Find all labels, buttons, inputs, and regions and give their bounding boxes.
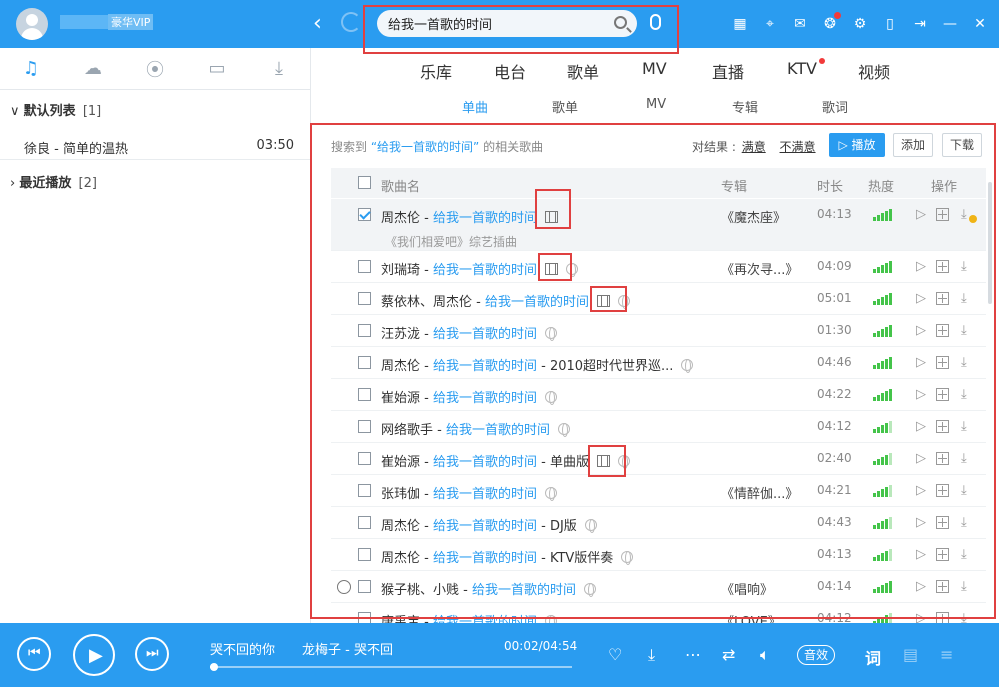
sidebar-song-duration: 03:50 [256,138,294,153]
annotation-highlight-search [363,5,679,54]
minimize-icon[interactable]: — [938,14,962,34]
game-icon[interactable]: ⌖ [758,14,782,34]
sidebar-song-item[interactable]: 徐良 - 简单的温热 03:50 [0,132,310,160]
annotation-highlight-mv-1 [535,189,571,229]
subtab-lyrics[interactable]: 歌词 [822,97,848,116]
vip-badge[interactable]: 豪华VIP [108,14,154,30]
sound-effect-label: 音效 [804,648,829,662]
tab-radio[interactable]: 电台 [494,59,526,83]
list-default[interactable]: ∨ 默认列表 [1] [10,100,101,119]
player-bar: ⏮ ▶ ⏭ 哭不回的你 龙梅子 - 哭不回 00:02/04:54 ♡ ⤓ ⋯ … [0,623,999,687]
app-window: 豪华VIP ‹ 给我一首歌的时间 ▦ ⌖ ✉ ❂ ⚙ ▯ ⇥ — ✕ ♫ ☁ ⦿… [0,0,999,687]
username-masked[interactable] [60,15,108,29]
avatar[interactable] [16,8,48,40]
progress-bar[interactable] [210,663,572,671]
sidebar: ♫ ☁ ⦿ ▭ ⤓ ∨ 默认列表 [1] 徐良 - 简单的温热 03:50 › … [0,48,311,623]
sidebar-tabs: ♫ ☁ ⦿ ▭ ⤓ [0,48,310,90]
volume-icon[interactable]: 🔈︎ [760,645,770,665]
previous-icon: ⏮ [28,645,41,661]
device-icon[interactable]: ▭ [186,58,248,79]
now-playing-time: 00:02/04:54 [504,639,578,653]
subtab-single[interactable]: 单曲 [462,97,488,116]
play-button[interactable]: ▶ [73,634,115,676]
now-playing-title: 哭不回的你 [210,643,276,658]
cloud-icon[interactable]: ☁ [62,58,124,79]
loop-icon[interactable]: ⇄ [722,645,735,664]
next-icon: ⏭ [146,645,159,661]
mini-mode-icon[interactable]: ▯ [878,14,902,34]
previous-button[interactable]: ⏮ [17,637,51,671]
playlist-icon[interactable]: ≡ [940,645,953,664]
settings-gear-icon[interactable]: ⚙ [848,14,872,34]
chevron-right-icon: › [10,176,16,191]
results-scrollbar[interactable] [988,182,992,304]
tab-video[interactable]: 视频 [858,59,890,83]
tab-live[interactable]: 直播 [712,59,744,83]
tab-ktv[interactable]: KTV [787,58,825,78]
tab-library[interactable]: 乐库 [420,59,452,83]
progress-knob[interactable] [210,663,218,671]
radio-broadcast-icon[interactable]: ⦿ [124,56,186,82]
annotation-highlight-mv-4 [588,445,626,477]
skin-icon[interactable]: ❂ [818,12,842,34]
subtab-playlist[interactable]: 歌单 [552,97,578,116]
list-default-label: 默认列表 [23,104,76,119]
list-recent[interactable]: › 最近播放 [2] [10,172,97,191]
tab-mv[interactable]: MV [642,59,667,78]
top-bar: 豪华VIP ‹ 给我一首歌的时间 ▦ ⌖ ✉ ❂ ⚙ ▯ ⇥ — ✕ [0,0,999,54]
download-icon[interactable]: ⤓ [248,58,310,79]
top-toolbar: ▦ ⌖ ✉ ❂ ⚙ ▯ ⇥ — ✕ [728,12,998,34]
annotation-highlight-mv-3 [590,286,627,312]
download-icon[interactable]: ⤓ [648,645,655,665]
list-recent-count: [2] [78,176,97,191]
refresh-icon[interactable] [341,12,361,32]
list-recent-label: 最近播放 [19,176,72,191]
lyrics-button[interactable]: 词 [865,645,881,669]
sound-effect-button[interactable]: 音效 [797,645,836,665]
tab-playlist[interactable]: 歌单 [567,59,599,83]
annotation-highlight-results [310,123,996,619]
annotation-highlight-mv-2 [538,253,572,281]
subtab-mv[interactable]: MV [646,97,666,112]
more-icon[interactable]: ⋯ [685,645,701,664]
exit-icon[interactable]: ⇥ [908,14,932,34]
next-button[interactable]: ⏭ [135,637,169,671]
mail-icon[interactable]: ✉ [788,14,812,34]
apps-grid-icon[interactable]: ▦ [728,14,752,34]
chevron-down-icon: ∨ [10,104,20,119]
now-playing-artist: 龙梅子 - 哭不回 [302,643,393,658]
comment-icon[interactable]: ▤ [903,645,918,664]
tab-ktv-label: KTV [787,59,817,78]
notification-dot [834,12,841,19]
heart-icon[interactable]: ♡ [608,645,622,664]
subtab-album[interactable]: 专辑 [732,97,758,116]
back-icon[interactable]: ‹ [313,10,322,38]
list-default-count: [1] [82,104,102,119]
sidebar-song-name: 徐良 - 简单的温热 [24,142,128,157]
notification-dot [818,58,825,64]
close-icon[interactable]: ✕ [968,14,992,34]
play-icon: ▶ [89,645,103,666]
music-note-icon[interactable]: ♫ [0,58,62,79]
